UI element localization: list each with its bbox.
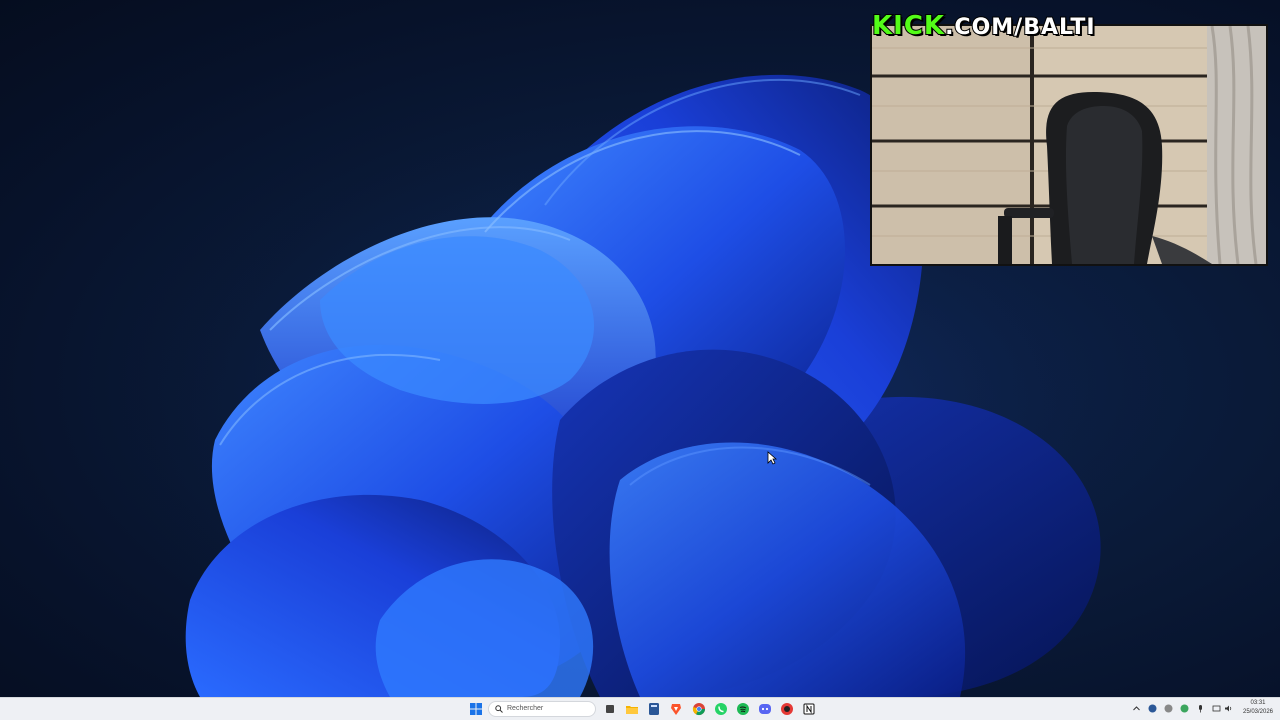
- task-view-icon[interactable]: [603, 702, 617, 716]
- tray-app-icon[interactable]: [1164, 704, 1173, 713]
- start-icon[interactable]: [469, 702, 483, 716]
- calculator-icon[interactable]: [647, 702, 661, 716]
- app-icon[interactable]: [780, 702, 794, 716]
- microphone-icon[interactable]: [1196, 704, 1205, 713]
- whatsapp-icon[interactable]: [714, 702, 728, 716]
- search-icon: [495, 705, 503, 713]
- tray-app-icon[interactable]: [1180, 704, 1189, 713]
- kick-logo: KICK: [871, 10, 946, 42]
- brave-browser-icon[interactable]: [669, 702, 683, 716]
- notion-icon[interactable]: [802, 702, 816, 716]
- webcam-overlay: [870, 24, 1268, 266]
- system-clock[interactable]: 03:31 25/03/2026: [1238, 699, 1278, 717]
- volume-icon[interactable]: [1224, 704, 1233, 713]
- search-input[interactable]: Rechercher: [488, 701, 596, 717]
- clock-date: 25/03/2026: [1242, 709, 1274, 715]
- spotify-icon[interactable]: [736, 702, 750, 716]
- tray-app-icon[interactable]: [1148, 704, 1157, 713]
- chevron-up-icon[interactable]: [1132, 704, 1141, 713]
- stream-link-banner: KICK.COM/BALTI: [871, 8, 1096, 44]
- discord-icon[interactable]: [758, 702, 772, 716]
- channel-path: .COM/BALTI: [944, 14, 1096, 41]
- clock-time: 03:31: [1250, 700, 1266, 706]
- webcam-feed: [872, 26, 1266, 264]
- taskbar: Rechercher 03:31 25/03/2026: [0, 697, 1280, 720]
- mouse-cursor-icon: [767, 451, 777, 465]
- search-placeholder: Rechercher: [507, 705, 544, 712]
- file-explorer-icon[interactable]: [625, 702, 639, 716]
- network-icon[interactable]: [1212, 704, 1221, 713]
- chrome-icon[interactable]: [692, 702, 706, 716]
